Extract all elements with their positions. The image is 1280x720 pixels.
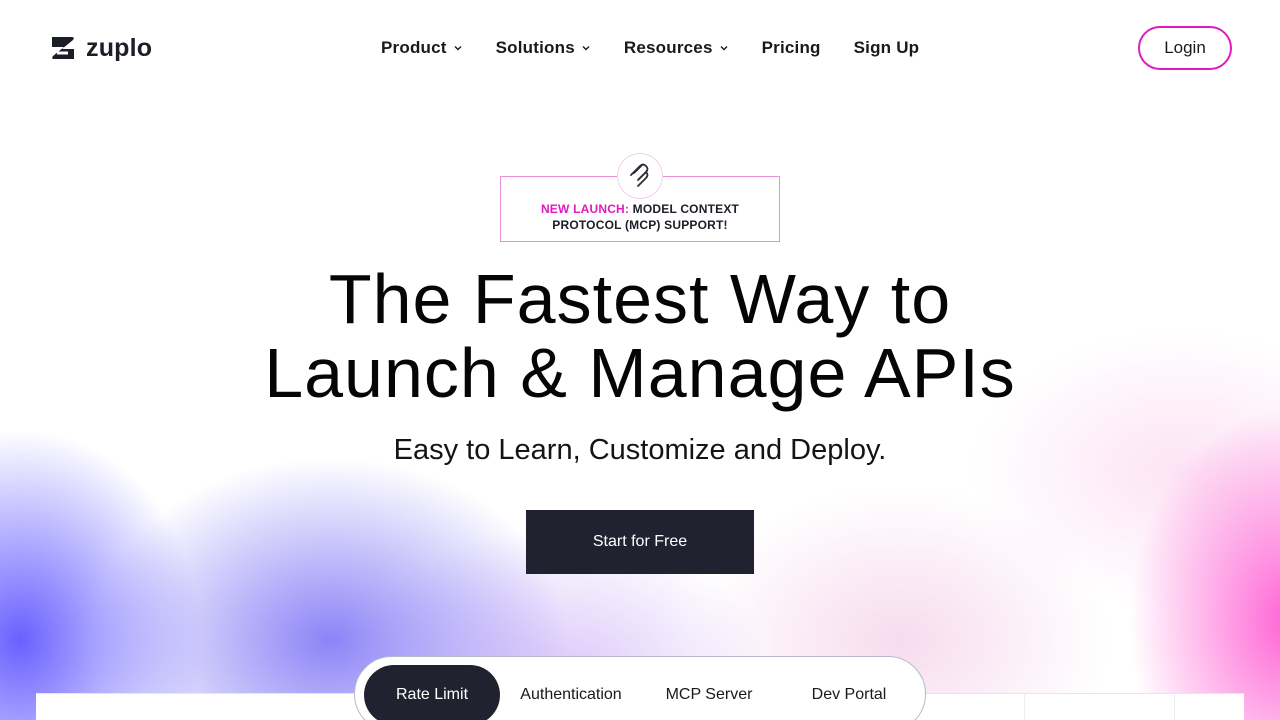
- badge-highlight: NEW LAUNCH:: [540, 202, 630, 216]
- hero-subtitle: Easy to Learn, Customize and Deploy.: [393, 434, 887, 466]
- nav-item-label: Solutions: [495, 38, 575, 57]
- tab-authentication[interactable]: Authentication: [503, 665, 639, 720]
- nav-item-label: Resources: [623, 38, 713, 57]
- mcp-icon: [630, 163, 649, 187]
- logo-text: zuplo: [86, 33, 153, 62]
- badge-icon-circle: [618, 154, 662, 198]
- nav-item-solutions[interactable]: Solutions: [496, 38, 591, 58]
- panel-divider: [1024, 694, 1025, 720]
- start-for-free-button[interactable]: Start for Free: [526, 510, 754, 574]
- nav-item-label: Pricing: [761, 38, 821, 57]
- nav-item-label: Sign Up: [853, 38, 920, 57]
- nav-item-sign-up[interactable]: Sign Up: [854, 38, 920, 58]
- page: zuplo Product Solutions Resources Pricin…: [0, 0, 1280, 720]
- tab-rate-limit[interactable]: Rate Limit: [364, 665, 500, 720]
- hero-title: The Fastest Way to Launch & Manage APIs: [140, 262, 1140, 410]
- tab-dev-portal[interactable]: Dev Portal: [779, 665, 919, 720]
- chevron-down-icon: [720, 46, 728, 51]
- tab-mcp-server[interactable]: MCP Server: [641, 665, 777, 720]
- chevron-down-icon: [582, 46, 590, 51]
- nav-item-product[interactable]: Product: [381, 38, 463, 58]
- hero-title-line2: Launch & Manage APIs: [264, 334, 1016, 412]
- zuplo-logo-icon: [52, 37, 74, 59]
- nav-item-pricing[interactable]: Pricing: [762, 38, 821, 58]
- feature-tabs: Rate Limit Authentication MCP Server Dev…: [354, 656, 926, 720]
- hero-title-line1: The Fastest Way to: [328, 260, 952, 338]
- main-nav: Product Solutions Resources Pricing Sign…: [381, 36, 919, 60]
- nav-item-label: Product: [381, 38, 447, 57]
- chevron-down-icon: [454, 46, 462, 51]
- site-header: zuplo Product Solutions Resources Pricin…: [0, 0, 1280, 96]
- zuplo-logo[interactable]: zuplo: [48, 33, 152, 63]
- login-button[interactable]: Login: [1138, 26, 1232, 70]
- badge-text-line2: PROTOCOL (MCP) SUPPORT!: [552, 218, 728, 232]
- badge-text-line1: MODEL CONTEXT: [632, 202, 740, 216]
- panel-divider: [1174, 694, 1175, 720]
- nav-item-resources[interactable]: Resources: [624, 38, 729, 58]
